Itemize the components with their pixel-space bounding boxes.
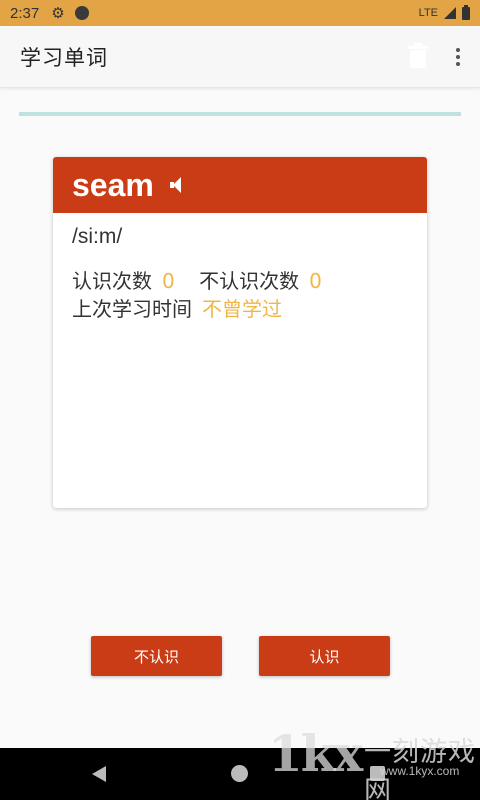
status-right-group: LTE (418, 4, 470, 20)
settings-gear-icon: ⚙ (51, 4, 65, 22)
card-header: seam (53, 157, 427, 213)
battery-icon (462, 4, 470, 20)
unknown-count-label: 不认识次数 (199, 269, 300, 293)
word-text: seam (72, 166, 154, 203)
count-row: 认识次数 0 不认识次数 0 (72, 267, 408, 295)
card-body: /si:m/ 认识次数 0 不认识次数 0 上次学习时间 不曾学过 (53, 213, 427, 335)
last-study-row: 上次学习时间 不曾学过 (72, 295, 408, 323)
known-count-label: 认识次数 (72, 269, 152, 293)
back-icon[interactable] (92, 766, 106, 782)
status-bar: 2:37 ⚙ LTE (0, 0, 480, 26)
unknown-button[interactable]: 不认识 (91, 636, 222, 676)
progress-track (19, 112, 461, 116)
speaker-icon[interactable] (169, 177, 182, 193)
last-study-label: 上次学习时间 (72, 297, 192, 321)
more-vert-icon[interactable] (456, 47, 460, 66)
notification-dot-icon (74, 6, 89, 20)
trash-icon[interactable] (408, 42, 428, 68)
network-type: LTE (418, 7, 438, 19)
app-bar-actions (408, 42, 460, 68)
watermark: 1kx 一刻游戏网 www.1kyx.com (268, 724, 480, 800)
status-time: 2:37 (10, 4, 40, 22)
signal-icon (444, 7, 456, 19)
phonetic-text: /si:m/ (72, 225, 123, 248)
last-study-value: 不曾学过 (202, 297, 282, 321)
home-icon[interactable] (231, 765, 248, 782)
page-title: 学习单词 (20, 45, 108, 70)
unknown-count-value: 0 (309, 269, 322, 293)
word-card: seam /si:m/ 认识次数 0 不认识次数 0 上次学习时间 不曾学过 (53, 157, 427, 508)
known-button[interactable]: 认识 (259, 636, 390, 676)
watermark-logo: 1kx (268, 724, 363, 783)
stats-block: 认识次数 0 不认识次数 0 上次学习时间 不曾学过 (72, 267, 408, 323)
watermark-url: www.1kyx.com (380, 764, 460, 778)
app-bar: 学习单词 (0, 26, 480, 88)
known-count-value: 0 (162, 269, 175, 293)
